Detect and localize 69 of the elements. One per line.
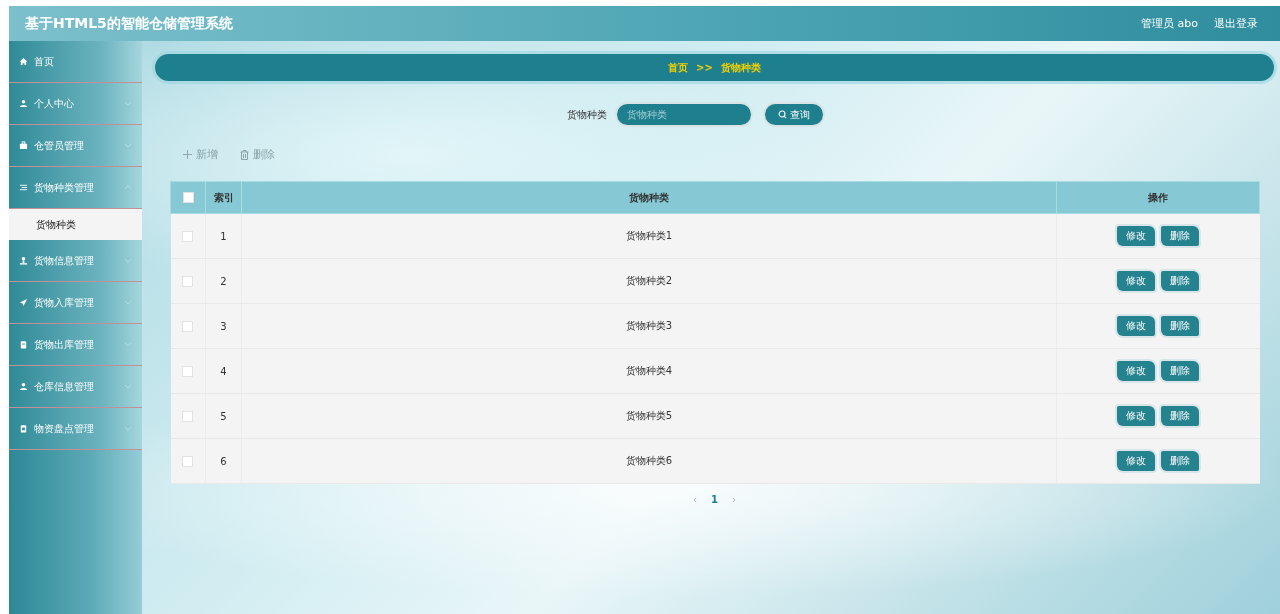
chevron-icon <box>124 384 132 389</box>
sidebar-item[interactable]: 个人中心 <box>9 83 142 125</box>
sidebar-item[interactable]: 货物入库管理 <box>9 282 142 324</box>
chevron-icon <box>124 185 132 190</box>
search-button[interactable]: 查询 <box>764 104 823 125</box>
edit-button[interactable]: 修改 <box>1117 451 1156 471</box>
add-button[interactable]: 新增 <box>183 147 218 162</box>
delete-row-button[interactable]: 删除 <box>1161 406 1200 426</box>
table-cell: 货物种类6 <box>241 438 1057 484</box>
sidebar-item[interactable]: 仓库信息管理 <box>9 366 142 408</box>
prev-page-button[interactable]: ‹ <box>693 494 697 505</box>
chevron-icon <box>124 258 132 263</box>
checkbox[interactable] <box>182 275 194 287</box>
sidebar-item[interactable]: 首页 <box>9 41 142 83</box>
table-cell: 货物种类2 <box>241 258 1057 304</box>
table-cell: 4 <box>205 348 242 394</box>
table-cell: 货物种类5 <box>241 393 1057 439</box>
logout-link[interactable]: 退出登录 <box>1214 16 1258 31</box>
table-cell: 1 <box>205 213 242 259</box>
delete-row-button[interactable]: 删除 <box>1161 361 1200 381</box>
table-cell: 3 <box>205 303 242 349</box>
checkbox[interactable] <box>182 192 194 204</box>
table-cell: 货物种类4 <box>241 348 1057 394</box>
sidebar-item[interactable]: 货物信息管理 <box>9 240 142 282</box>
checkbox[interactable] <box>182 455 194 467</box>
column-header: 货物种类 <box>241 181 1057 214</box>
edit-button[interactable]: 修改 <box>1117 271 1156 291</box>
submenu-item[interactable]: 货物种类 <box>9 209 142 240</box>
edit-button[interactable]: 修改 <box>1117 316 1156 336</box>
search-field[interactable]: 货物种类 <box>616 104 751 125</box>
plus-icon <box>183 150 192 159</box>
chevron-icon <box>124 426 132 431</box>
sidebar-item[interactable]: 货物种类管理 <box>9 167 142 209</box>
next-page-button[interactable]: › <box>732 494 736 505</box>
delete-row-button[interactable]: 删除 <box>1161 451 1200 471</box>
checkbox[interactable] <box>182 230 194 242</box>
breadcrumb-separator: >> <box>696 62 713 73</box>
chevron-icon <box>124 101 132 106</box>
table-cell: 5 <box>205 393 242 439</box>
breadcrumb-current: 货物种类 <box>720 60 761 75</box>
column-header: 索引 <box>205 181 242 214</box>
edit-button[interactable]: 修改 <box>1117 406 1156 426</box>
search-icon <box>777 110 787 119</box>
chevron-icon <box>124 143 132 148</box>
user-label: 管理员 abo <box>1141 16 1198 31</box>
table-cell: 2 <box>205 258 242 304</box>
delete-row-button[interactable]: 删除 <box>1161 316 1200 336</box>
delete-row-button[interactable]: 删除 <box>1161 271 1200 291</box>
trash-icon <box>240 149 249 160</box>
table-cell: 货物种类1 <box>241 213 1057 259</box>
delete-row-button[interactable]: 删除 <box>1161 226 1200 246</box>
edit-button[interactable]: 修改 <box>1117 361 1156 381</box>
page-number[interactable]: 1 <box>711 494 718 505</box>
table-cell: 货物种类3 <box>241 303 1057 349</box>
checkbox[interactable] <box>182 320 194 332</box>
chevron-icon <box>124 300 132 305</box>
sidebar-item[interactable]: 货物出库管理 <box>9 324 142 366</box>
checkbox[interactable] <box>182 410 194 422</box>
sidebar-item[interactable]: 物资盘点管理 <box>9 408 142 450</box>
table-cell: 6 <box>205 438 242 484</box>
sidebar-item[interactable]: 仓管员管理 <box>9 125 142 167</box>
delete-button[interactable]: 删除 <box>240 147 275 162</box>
app-title: 基于HTML5的智能仓储管理系统 <box>25 14 234 33</box>
edit-button[interactable]: 修改 <box>1117 226 1156 246</box>
checkbox[interactable] <box>182 365 194 377</box>
column-header: 操作 <box>1056 181 1260 214</box>
breadcrumb-link[interactable]: 首页 <box>668 60 689 75</box>
search-label: 货物种类 <box>566 107 607 122</box>
chevron-icon <box>124 342 132 347</box>
